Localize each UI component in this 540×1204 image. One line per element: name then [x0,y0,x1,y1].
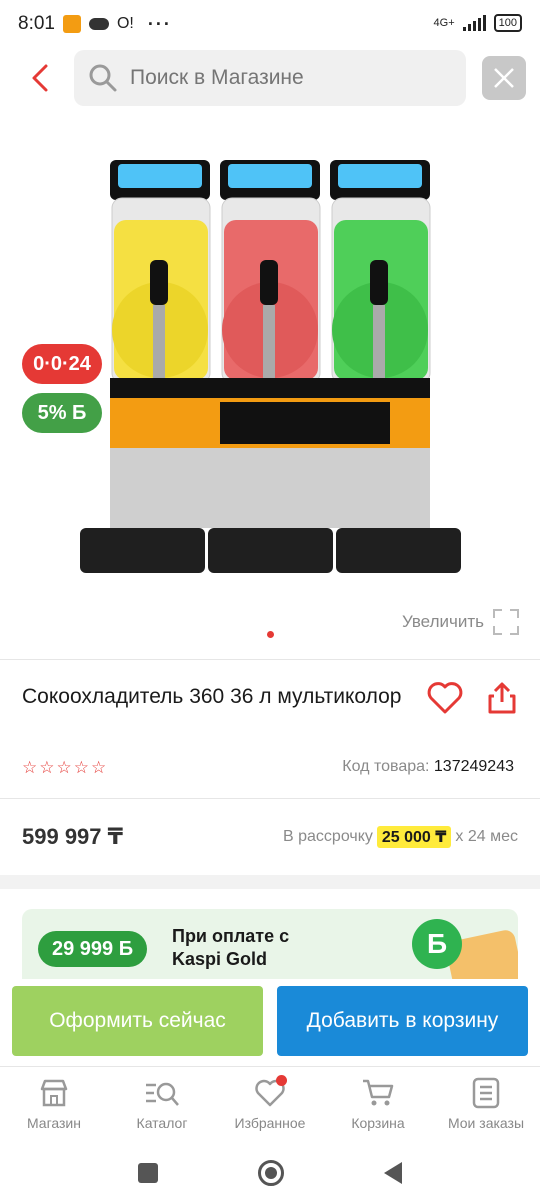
kaspi-bonus-icon: Б [412,919,462,969]
kaspi-app-icon [62,15,81,33]
carousel-dot [267,631,274,638]
star-icon: ☆ [39,758,55,777]
section-separator [0,875,540,889]
zoom-button[interactable]: Увеличить [402,608,520,636]
rating-stars[interactable]: ☆ ☆ ☆ ☆ ☆ [22,758,106,778]
heart-icon [427,682,463,714]
star-icon: ☆ [91,758,107,777]
product-code-value: 137249243 [433,758,514,775]
product-title: Сокоохладитель 360 36 л мультиколор [22,685,402,708]
star-icon: ☆ [56,758,72,777]
orders-icon [472,1077,500,1109]
signal-icon [462,15,486,31]
kaspi-gold-text: При оплате с Kaspi Gold [172,925,289,971]
tab-favorites[interactable]: Избранное [216,1067,324,1142]
search-header [0,50,540,106]
tab-shop[interactable]: Магазин [0,1067,108,1142]
kaspi-gold-line2: Kaspi Gold [172,949,268,969]
product-price: 599 997 ₸ [22,824,123,849]
shop-icon [40,1079,68,1107]
kaspi-gold-line1: При оплате с [172,926,290,946]
favorite-button[interactable] [425,678,465,718]
installment-label: В рассрочку [283,828,373,845]
search-bar[interactable] [74,50,466,106]
cart-icon [363,1079,394,1106]
add-to-cart-button[interactable]: Добавить в корзину [277,986,528,1056]
product-code: Код товара: 137249243 [342,758,514,776]
system-nav-bar [0,1142,540,1204]
close-icon [494,68,514,88]
back-nav-button[interactable] [384,1162,402,1184]
close-button[interactable] [482,56,526,100]
product-code-label: Код товара: [342,758,430,775]
installment-amount: 25 000 ₸ [376,826,452,848]
divider [0,659,540,660]
tab-label: Мои заказы [447,1115,525,1131]
star-icon: ☆ [73,758,89,777]
tab-cart[interactable]: Корзина [324,1067,432,1142]
tab-label: Избранное [234,1115,306,1131]
tab-label: Магазин [26,1115,81,1131]
bonus-badge: 5% Б [22,393,102,433]
status-time: 8:01 [18,13,55,34]
search-icon [89,64,117,92]
home-button[interactable] [258,1160,284,1186]
network-type: 4G+ [433,17,455,29]
zoom-label: Увеличить [402,612,484,631]
more-notifications-icon: ··· [147,13,172,34]
search-input[interactable] [130,66,430,90]
back-button[interactable] [20,58,60,98]
cloud-icon [88,18,109,30]
installment-badge: 0·0·24 [22,344,102,384]
installment-term: х 24 мес [455,828,518,845]
bottom-tab-bar: Магазин Каталог Избранное Корзина Мои за… [0,1066,540,1142]
notification-dot [276,1075,287,1086]
battery-icon: 100 [493,14,522,32]
expand-icon [493,609,519,635]
tab-label: Корзина [351,1115,405,1131]
star-icon: ☆ [22,758,38,777]
tab-catalog[interactable]: Каталог [108,1067,216,1142]
product-image[interactable] [70,150,470,590]
tab-label: Каталог [136,1115,188,1131]
catalog-icon [146,1082,179,1106]
installment-info[interactable]: В рассрочку 25 000 ₸ х 24 мес [283,826,518,848]
divider [0,798,540,799]
recents-button[interactable] [138,1163,158,1183]
chevron-left-icon [32,64,48,92]
status-bar: 8:01 O! ··· 4G+ 100 [0,0,540,48]
share-icon [488,682,516,714]
tab-orders[interactable]: Мои заказы [432,1067,540,1142]
status-right: 4G+ 100 [434,14,522,32]
kaspi-gold-promo[interactable]: 29 999 Б При оплате с Kaspi Gold Б [22,909,518,979]
status-extra: O! [116,15,134,32]
checkout-now-button[interactable]: Оформить сейчас [12,986,263,1056]
kaspi-gold-bonus-amount: 29 999 Б [38,931,148,967]
share-button[interactable] [482,678,522,718]
